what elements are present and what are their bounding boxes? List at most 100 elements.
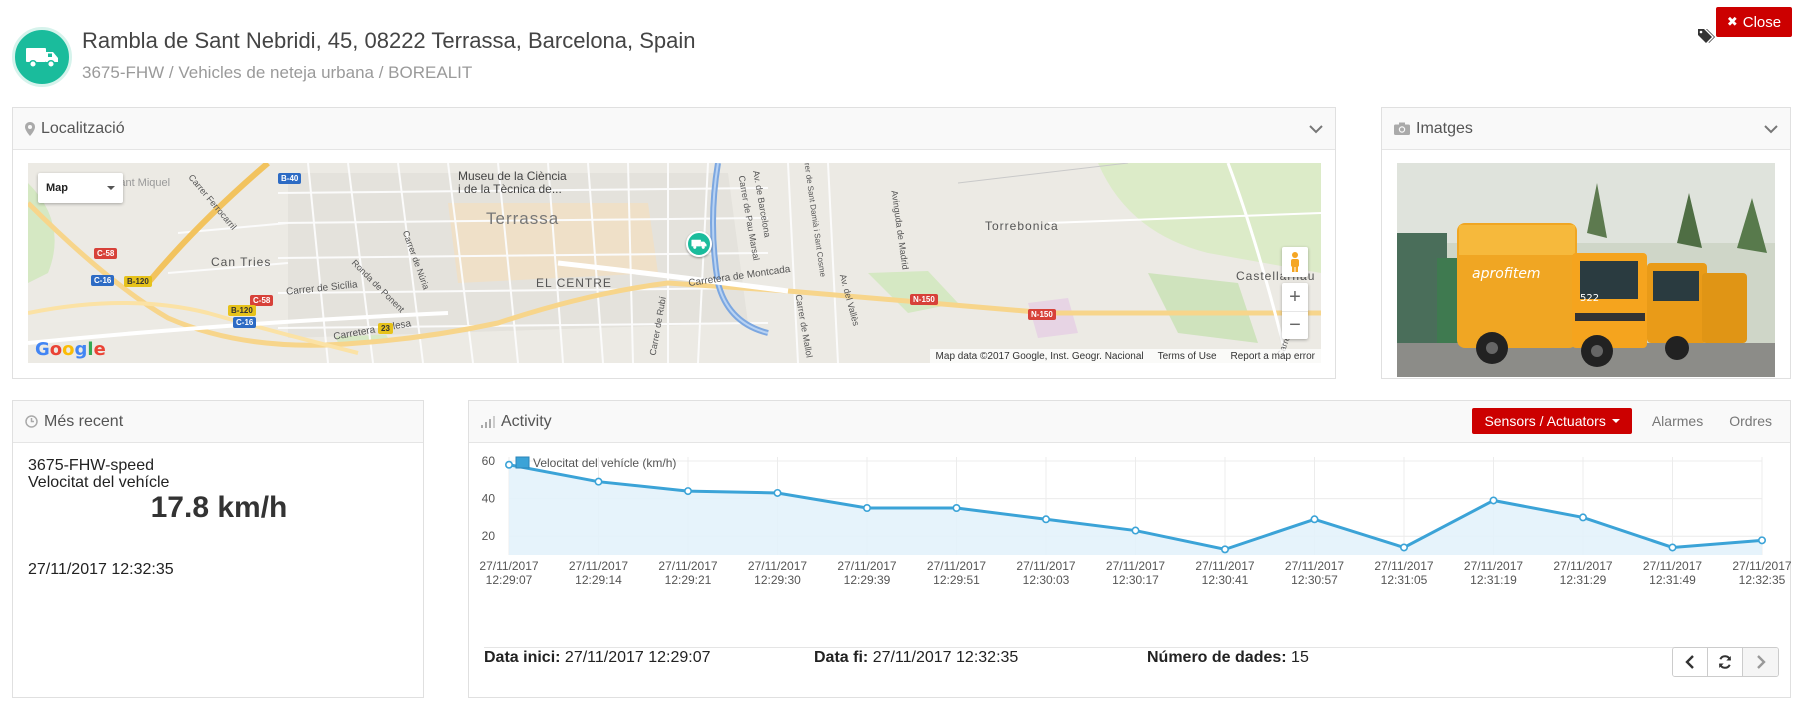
map-label-can-tries: Can Tries: [211, 255, 272, 269]
page-title: Rambla de Sant Nebridi, 45, 08222 Terras…: [82, 28, 696, 53]
map-label-museum2: i de la Tècnica de...: [458, 182, 562, 196]
street-view-pegman-icon[interactable]: [1282, 247, 1308, 277]
close-icon: ✖: [1726, 14, 1738, 29]
chevron-down-icon[interactable]: [1309, 121, 1323, 139]
photo-truck-number: 522: [1580, 293, 1599, 304]
x-tick-label-date: 27/11/2017: [1016, 559, 1075, 573]
x-tick-label-time: 12:29:21: [665, 573, 712, 587]
x-tick-label-time: 12:30:41: [1202, 573, 1249, 587]
x-tick-label-time: 12:29:51: [933, 573, 980, 587]
tab-ordres[interactable]: Ordres: [1723, 408, 1778, 434]
photo-logo-text: aprofitem: [1472, 266, 1541, 282]
map-type-select[interactable]: Map: [38, 173, 123, 203]
zoom-in-button[interactable]: +: [1282, 283, 1308, 311]
x-tick-label-time: 12:31:29: [1560, 573, 1607, 587]
images-panel-title: Imatges: [1416, 119, 1473, 137]
close-button[interactable]: ✖ Close: [1716, 7, 1792, 37]
signal-icon: [481, 415, 495, 428]
data-point: [1489, 496, 1498, 505]
activity-footer-divider: [484, 647, 1775, 648]
activity-chart: 20406027/11/201712:29:0727/11/201712:29:…: [479, 454, 1791, 587]
y-tick-label: 40: [482, 492, 496, 506]
data-point: [1041, 515, 1050, 524]
refresh-button[interactable]: [1708, 648, 1743, 676]
tab-sensors-actuators-label: Sensors / Actuators: [1484, 413, 1606, 429]
road-shield: B-40: [278, 173, 302, 184]
data-point: [952, 503, 961, 512]
tags-icon[interactable]: [1697, 28, 1715, 49]
end-date-label: Data fi:: [814, 649, 869, 666]
count-value: 15: [1291, 649, 1309, 666]
vehicle-avatar: [12, 27, 72, 87]
images-panel-header[interactable]: Imatges: [1382, 108, 1790, 150]
start-date-label: Data inici:: [484, 649, 561, 666]
x-tick-label-time: 12:29:07: [486, 573, 533, 587]
count-label: Número de dades:: [1147, 649, 1287, 666]
start-date-value: 27/11/2017 12:29:07: [564, 649, 711, 666]
camera-icon: [1394, 122, 1410, 135]
images-panel: Imatges aprofitem 522: [1381, 107, 1791, 379]
data-point: [773, 488, 782, 497]
sensor-value: 17.8 km/h: [150, 491, 288, 524]
x-tick-label-time: 12:31:05: [1381, 573, 1428, 587]
road-shield: B-120: [124, 276, 152, 287]
map-type-label: Map: [46, 182, 68, 194]
chevron-right-icon: [1756, 655, 1766, 669]
truck-icon: [691, 239, 707, 249]
map-data-credit: Map data ©2017 Google, Inst. Geogr. Naci…: [935, 350, 1144, 362]
clock-icon: [25, 415, 38, 428]
location-panel-header[interactable]: Localització: [13, 108, 1335, 150]
tab-sensors-actuators[interactable]: Sensors / Actuators: [1472, 408, 1632, 434]
x-tick-label-time: 12:31:19: [1470, 573, 1517, 587]
x-tick-label-time: 12:29:39: [844, 573, 891, 587]
road-shield: C-58: [94, 248, 118, 259]
map-label-terrassa: Terrassa: [486, 209, 560, 228]
activity-panel-title: Activity: [501, 412, 552, 430]
legend-swatch: [515, 456, 530, 469]
next-page-button[interactable]: [1743, 648, 1778, 676]
x-tick-label-date: 27/11/2017: [479, 559, 538, 573]
start-date-stat: Data inici: 27/11/2017 12:29:07: [484, 649, 711, 667]
google-logo: Google: [35, 339, 106, 360]
x-tick-label-date: 27/11/2017: [1106, 559, 1165, 573]
x-tick-label-time: 12:29:30: [754, 573, 801, 587]
x-tick-label-time: 12:32:35: [1739, 573, 1786, 587]
zoom-out-button[interactable]: −: [1282, 311, 1308, 339]
map-marker-icon: [25, 121, 35, 136]
map-label-torrebonica: Torrebonica: [985, 219, 1059, 233]
road-shield: 23: [378, 323, 393, 334]
x-tick-label-date: 27/11/2017: [1374, 559, 1433, 573]
data-point: [1579, 513, 1588, 522]
road-shield: C-16: [91, 275, 115, 286]
chevron-down-icon[interactable]: [1764, 121, 1778, 139]
data-point: [1758, 536, 1767, 545]
caret-down-icon: [1611, 419, 1620, 423]
chevron-left-icon: [1685, 655, 1694, 669]
data-point: [504, 460, 513, 469]
x-tick-label-time: 12:30:17: [1112, 573, 1159, 587]
data-point: [1220, 545, 1229, 554]
road-shield: C-16: [233, 317, 257, 328]
close-label: Close: [1742, 13, 1782, 31]
activity-tabs: Sensors / Actuators Alarmes Ordres: [1472, 408, 1778, 434]
refresh-icon: [1719, 655, 1731, 669]
x-tick-label-date: 27/11/2017: [1195, 559, 1254, 573]
tab-alarmes[interactable]: Alarmes: [1646, 408, 1709, 434]
previous-page-button[interactable]: [1673, 648, 1708, 676]
y-tick-label: 60: [482, 454, 496, 468]
road-shield: N-150: [910, 294, 938, 305]
end-date-value: 27/11/2017 12:32:35: [872, 649, 1019, 666]
x-tick-label-time: 12:29:14: [575, 573, 622, 587]
vehicle-photo[interactable]: aprofitem 522: [1397, 163, 1775, 377]
map-zoom-control: + −: [1282, 283, 1308, 339]
data-point: [1131, 526, 1140, 535]
caret-down-icon: [107, 186, 115, 190]
map-view[interactable]: Museu de la Ciència i de la Tècnica de..…: [28, 163, 1321, 363]
data-point: [862, 503, 871, 512]
data-point: [1310, 515, 1319, 524]
report-map-error-link[interactable]: Report a map error: [1231, 351, 1315, 362]
vehicle-map-marker[interactable]: [686, 231, 712, 257]
recent-panel: Més recent 3675-FHW-speed Velocitat del …: [12, 400, 424, 698]
map-label-el-centre: EL CENTRE: [536, 276, 612, 290]
terms-of-use-link[interactable]: Terms of Use: [1158, 351, 1217, 362]
